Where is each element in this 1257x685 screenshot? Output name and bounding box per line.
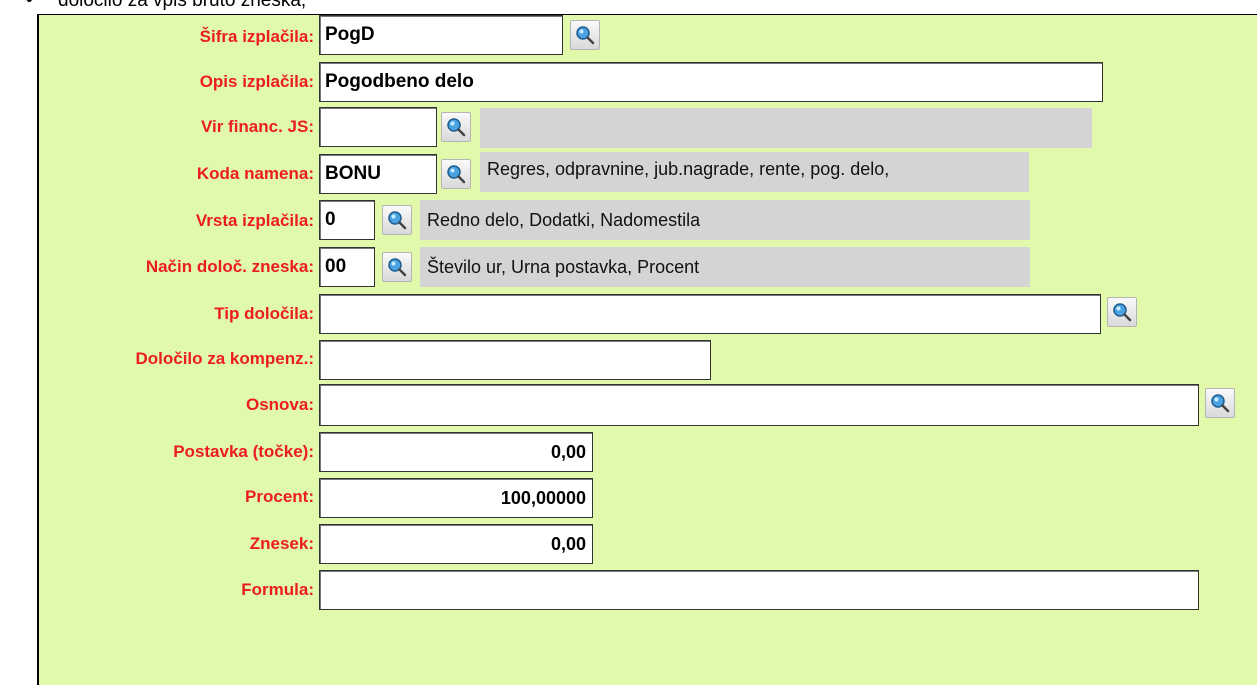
bullet-dot: • [26, 0, 33, 11]
vir-financ-input[interactable] [319, 107, 437, 147]
nacin-doloc-description: Število ur, Urna postavka, Procent [420, 247, 1030, 287]
nacin-doloc-zneska-input[interactable]: 00 [319, 247, 375, 287]
vir-financ-description [480, 108, 1092, 148]
label-tip-dolocila: Tip določila: [214, 304, 314, 323]
koda-namena-input[interactable]: BONU [319, 154, 437, 194]
sifra-izplacila-lookup-button[interactable] [570, 20, 600, 50]
osnova-input[interactable] [319, 384, 1199, 426]
label-formula: Formula: [241, 580, 314, 599]
magnifier-lookup-icon [1211, 394, 1230, 413]
tip-dolocila-lookup-button[interactable] [1107, 297, 1137, 327]
label-opis-izplacila: Opis izplačila: [199, 72, 314, 91]
label-koda-namena: Koda namena: [196, 164, 314, 183]
magnifier-lookup-icon [576, 26, 595, 45]
label-vir-financ: Vir financ. JS: [200, 117, 314, 136]
label-osnova: Osnova: [245, 395, 314, 414]
label-postavka: Postavka (točke): [173, 442, 314, 461]
postavka-input[interactable]: 0,00 [319, 432, 593, 472]
label-znesek: Znesek: [249, 534, 314, 553]
znesek-input[interactable]: 0,00 [319, 524, 593, 564]
magnifier-lookup-icon [447, 165, 466, 184]
procent-input[interactable]: 100,00000 [319, 478, 593, 518]
vrsta-izplacila-lookup-button[interactable] [382, 205, 412, 235]
vrsta-izplacila-input[interactable]: 0 [319, 200, 375, 240]
koda-namena-description: Regres, odpravnine, jub.nagrade, rente, … [480, 152, 1029, 192]
label-procent: Procent: [245, 487, 314, 506]
magnifier-lookup-icon [388, 258, 407, 277]
magnifier-lookup-icon [388, 211, 407, 230]
bullet-text: določilo za vpis bruto zneska; [58, 0, 307, 11]
koda-namena-lookup-button[interactable] [441, 159, 471, 189]
osnova-lookup-button[interactable] [1205, 388, 1235, 418]
sifra-izplacila-input[interactable]: PogD [319, 15, 563, 55]
vir-financ-lookup-button[interactable] [441, 112, 471, 142]
dolocilo-kompenz-input[interactable] [319, 340, 711, 380]
tip-dolocila-input[interactable] [319, 294, 1101, 334]
vrsta-izplacila-description: Redno delo, Dodatki, Nadomestila [420, 200, 1030, 240]
formula-input[interactable] [319, 570, 1199, 610]
label-sifra-izplacila: Šifra izplačila: [199, 27, 314, 46]
magnifier-lookup-icon [447, 118, 466, 137]
label-nacin-doloc-zneska: Način določ. zneska: [145, 257, 314, 276]
label-dolocilo-kompenz: Določilo za kompenz.: [135, 349, 314, 368]
nacin-doloc-lookup-button[interactable] [382, 252, 412, 282]
magnifier-lookup-icon [1113, 303, 1132, 322]
opis-izplacila-input[interactable]: Pogodbeno delo [319, 62, 1103, 102]
label-vrsta-izplacila: Vrsta izplačila: [195, 211, 314, 230]
top-bullet-line: • določilo za vpis bruto zneska; [0, 0, 1257, 14]
